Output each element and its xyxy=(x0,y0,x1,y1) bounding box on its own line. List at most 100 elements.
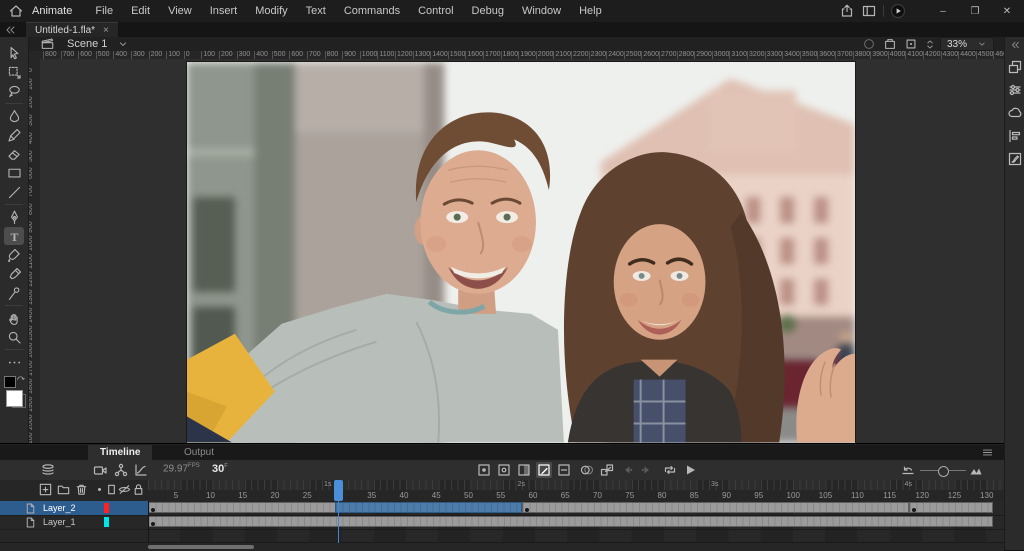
delete-layer-button[interactable] xyxy=(74,482,89,497)
new-folder-button[interactable] xyxy=(56,482,71,497)
workspace-icon[interactable] xyxy=(861,3,877,19)
layer-row-layer_1[interactable]: Layer_1 xyxy=(0,515,148,530)
panel-menu-icon[interactable] xyxy=(981,446,994,459)
hierarchy-icon[interactable] xyxy=(113,462,129,478)
insert-frame-button[interactable] xyxy=(516,462,532,478)
eraser-tool[interactable] xyxy=(4,145,24,163)
text-tool[interactable]: T xyxy=(4,227,24,245)
test-movie-button[interactable] xyxy=(890,3,906,19)
rectangle-tool[interactable] xyxy=(4,164,24,182)
menu-help[interactable]: Help xyxy=(570,0,611,22)
layer-row-layer_2[interactable]: Layer_2 xyxy=(0,501,148,516)
onion-skin-button[interactable] xyxy=(579,462,595,478)
asset-warp-tool[interactable] xyxy=(4,284,24,302)
stage-pasteboard[interactable] xyxy=(40,59,1004,443)
expand-dock-icon[interactable] xyxy=(1008,39,1022,51)
filters-panel-icon[interactable] xyxy=(1007,82,1023,98)
line-tool[interactable] xyxy=(4,183,24,201)
document-tab[interactable]: Untitled-1.fla* × xyxy=(26,22,118,37)
keyframe-dot[interactable] xyxy=(525,508,530,512)
menu-view[interactable]: View xyxy=(159,0,201,22)
keyframe-dot[interactable] xyxy=(151,522,155,526)
frame-span[interactable] xyxy=(148,516,993,527)
home-icon[interactable] xyxy=(8,3,24,19)
fill-color-chip[interactable] xyxy=(6,390,23,407)
swap-colors-icon[interactable] xyxy=(15,374,26,385)
timeline-scrollbar-thumb[interactable] xyxy=(148,545,254,549)
scene-label[interactable]: Scene 1 xyxy=(67,38,107,50)
layer-outline-swatch[interactable] xyxy=(104,503,109,513)
menu-debug[interactable]: Debug xyxy=(463,0,513,22)
keyframe-dot[interactable] xyxy=(912,508,917,512)
close-tab-icon[interactable]: × xyxy=(103,25,109,36)
lock-all-button[interactable] xyxy=(131,482,146,497)
eyedropper-tool[interactable] xyxy=(4,265,24,283)
hand-tool[interactable] xyxy=(4,309,24,327)
stage-canvas-photo[interactable] xyxy=(187,62,855,443)
insert-keyframe-button[interactable] xyxy=(476,462,492,478)
playhead-handle[interactable] xyxy=(333,480,343,501)
graph-icon[interactable] xyxy=(133,462,149,478)
current-frame-display[interactable]: 30F xyxy=(212,463,228,475)
delete-frame-button[interactable] xyxy=(556,462,572,478)
insert-blank-keyframe-button[interactable] xyxy=(496,462,512,478)
frames-grid[interactable] xyxy=(148,501,1004,543)
layer-outline-swatch[interactable] xyxy=(104,517,109,527)
lasso-tool[interactable] xyxy=(4,82,24,100)
menu-modify[interactable]: Modify xyxy=(246,0,296,22)
align-panel-icon[interactable] xyxy=(1007,128,1023,144)
hide-all-button[interactable] xyxy=(117,482,132,497)
play-button[interactable] xyxy=(682,462,698,478)
minimize-button[interactable]: – xyxy=(930,2,956,20)
menu-file[interactable]: File xyxy=(86,0,122,22)
menu-text[interactable]: Text xyxy=(297,0,335,22)
resize-timeline-knob[interactable] xyxy=(938,466,949,477)
text-tool-icon: T xyxy=(6,228,23,245)
menu-edit[interactable]: Edit xyxy=(122,0,159,22)
menu-window[interactable]: Window xyxy=(513,0,570,22)
frame-span[interactable] xyxy=(909,502,993,513)
pen-tool[interactable] xyxy=(4,208,24,226)
selection-tool[interactable] xyxy=(4,44,24,62)
cc-libraries-panel-icon[interactable] xyxy=(1007,105,1023,121)
tab-output[interactable]: Output xyxy=(172,445,226,460)
menu-control[interactable]: Control xyxy=(409,0,462,22)
collapse-left-dock-icon[interactable] xyxy=(3,23,17,37)
restore-button[interactable]: ❐ xyxy=(962,2,988,20)
selected-frame-span[interactable] xyxy=(335,502,523,513)
tab-timeline[interactable]: Timeline xyxy=(88,445,153,460)
loop-button[interactable] xyxy=(662,462,678,478)
free-transform-tool[interactable] xyxy=(4,63,24,81)
layers-icon[interactable] xyxy=(40,462,56,478)
edit-toolbar-ellipsis[interactable] xyxy=(4,353,24,371)
zoom-stepper[interactable] xyxy=(924,38,936,51)
reset-timeline-zoom-button[interactable] xyxy=(900,462,916,478)
frame-number: 35 xyxy=(367,491,377,500)
menu-insert[interactable]: Insert xyxy=(201,0,247,22)
classic-brush-tool[interactable] xyxy=(4,126,24,144)
zoom-select[interactable]: 33% xyxy=(939,37,994,51)
properties-panel-icon[interactable] xyxy=(1007,59,1023,75)
new-layer-button[interactable] xyxy=(38,482,53,497)
center-stage-icon[interactable] xyxy=(904,37,918,51)
fluid-brush-tool[interactable] xyxy=(4,107,24,125)
fps-display[interactable]: 29.97FPS xyxy=(163,463,200,474)
frame-numbers-row[interactable]: 5101520253035404550556065707580859095100… xyxy=(148,490,1004,501)
zoom-tool[interactable] xyxy=(4,328,24,346)
frame-view-button[interactable] xyxy=(968,462,984,478)
layer-frames-layer_1[interactable] xyxy=(148,515,1004,530)
stage-rotation-icon[interactable] xyxy=(862,37,876,51)
menu-commands[interactable]: Commands xyxy=(335,0,409,22)
keyframe-dot[interactable] xyxy=(151,508,155,512)
layer-frames-layer_2[interactable] xyxy=(148,501,1004,516)
share-icon[interactable] xyxy=(839,3,855,19)
clip-content-icon[interactable] xyxy=(883,37,897,51)
chevron-down-icon[interactable] xyxy=(117,38,129,50)
camera-icon[interactable] xyxy=(92,462,108,478)
paint-bucket-tool[interactable] xyxy=(4,246,24,264)
auto-keyframe-button[interactable] xyxy=(536,462,552,478)
create-tween-button[interactable] xyxy=(599,462,615,478)
brush-library-panel-icon[interactable] xyxy=(1007,151,1023,167)
close-button[interactable]: ✕ xyxy=(994,2,1020,20)
frame-span[interactable] xyxy=(522,502,910,513)
